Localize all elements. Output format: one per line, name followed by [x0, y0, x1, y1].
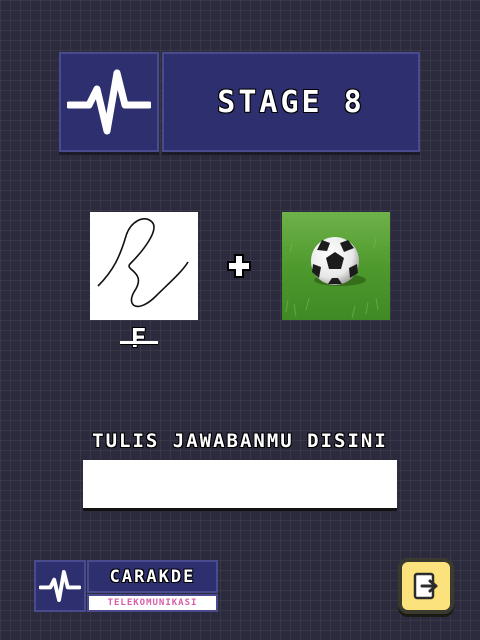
header-logo	[59, 52, 159, 152]
brand-name-box: CARAKDE	[87, 560, 218, 593]
letter-hint: F	[130, 324, 150, 354]
stage-title-panel: STAGE 8	[162, 52, 420, 152]
exit-button[interactable]	[398, 558, 454, 614]
answer-label: TULIS JAWABANMU DISINI	[92, 430, 388, 452]
stage-title: STAGE 8	[217, 84, 365, 120]
pulse-wave-icon	[39, 569, 81, 603]
plus-icon	[226, 253, 252, 279]
pulse-wave-icon	[67, 69, 151, 135]
exit-door-icon	[413, 572, 438, 600]
brand-logo: CARAKDE TELEKOMUNIKASI	[34, 560, 218, 612]
letter-strike-line	[120, 341, 158, 344]
brand-subtitle-box: TELEKOMUNIKASI	[87, 594, 218, 612]
brand-icon-box	[34, 560, 86, 612]
brand-name: CARAKDE	[109, 566, 196, 587]
clue-image-soccer-ball	[282, 212, 390, 320]
clue-image-scribble	[90, 212, 198, 320]
answer-input[interactable]	[83, 460, 397, 508]
brand-subtitle: TELEKOMUNIKASI	[107, 598, 198, 608]
